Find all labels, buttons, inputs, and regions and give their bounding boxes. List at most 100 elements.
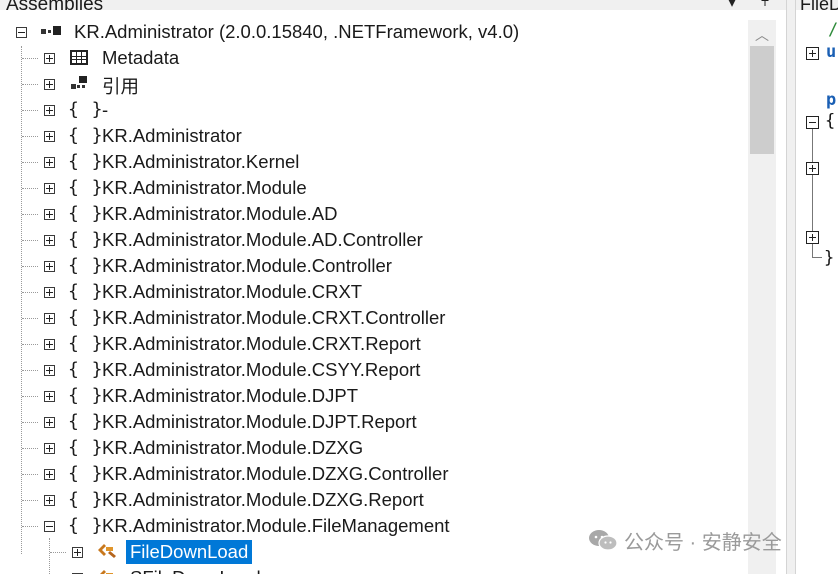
tree-item-label: KR.Administrator.Module.AD: [102, 203, 338, 224]
expand-toggle-icon[interactable]: [44, 339, 55, 350]
namespace-icon: { }: [68, 99, 104, 120]
expand-toggle-icon[interactable]: [44, 391, 55, 402]
class-icon: [96, 567, 120, 574]
tree-item-label: 引用: [102, 76, 140, 97]
tree-row[interactable]: { } KR.Administrator.Module: [0, 176, 748, 202]
tree-connector: [22, 396, 38, 397]
expand-toggle-icon[interactable]: [44, 261, 55, 272]
expand-toggle-icon[interactable]: [44, 235, 55, 246]
tree-row[interactable]: Metadata: [0, 46, 748, 72]
expand-toggle-icon[interactable]: [44, 53, 55, 64]
tree-connector: [22, 422, 38, 423]
code-class-expander-1[interactable]: [806, 162, 819, 175]
expand-toggle-icon[interactable]: [44, 105, 55, 116]
namespace-icon: { }: [68, 489, 104, 510]
namespace-icon: { }: [68, 437, 104, 458]
expand-toggle-icon[interactable]: [44, 79, 55, 90]
code-using-keyword: u: [826, 42, 837, 62]
expand-toggle-icon[interactable]: [44, 443, 55, 454]
tree-connector: [22, 110, 38, 111]
scroll-up-icon[interactable]: ︿: [748, 26, 776, 44]
code-comment: /: [828, 20, 838, 40]
expand-toggle-icon[interactable]: [44, 157, 55, 168]
tree-connector: [22, 318, 38, 319]
tree-item-label: KR.Administrator.Module.CSYY.Report: [102, 359, 421, 380]
tree-row[interactable]: { } KR.Administrator.Kernel: [0, 150, 748, 176]
tree-item-label: KR.Administrator.Kernel: [102, 151, 300, 172]
tree-connector: [22, 500, 38, 501]
collapse-toggle-icon[interactable]: [44, 521, 55, 532]
tree-item-label: KR.Administrator.Module.DZXG.Report: [102, 489, 424, 510]
tree-connector: [22, 370, 38, 371]
panel-menu-button[interactable]: ▾: [728, 0, 736, 12]
tree-row[interactable]: { } KR.Administrator.Module.DJPT.Report: [0, 410, 748, 436]
tree-row[interactable]: { } KR.Administrator.Module.AD: [0, 202, 748, 228]
tree-row[interactable]: { } KR.Administrator.Module.AD.Controller: [0, 228, 748, 254]
assemblies-panel-title: Assemblies: [6, 0, 104, 15]
tree-item-label: KR.Administrator.Module.Controller: [102, 255, 392, 276]
namespace-icon: { }: [68, 281, 104, 302]
references-icon: [68, 73, 90, 98]
tree-item-label: -: [102, 99, 109, 120]
expand-toggle-icon[interactable]: [44, 287, 55, 298]
tree-root-row[interactable]: KR.Administrator (2.0.0.15840, .NETFrame…: [0, 20, 748, 46]
tree-vertical-scrollbar[interactable]: ︿: [748, 20, 776, 574]
tree-row[interactable]: { } -: [0, 98, 748, 124]
collapse-toggle-icon[interactable]: [16, 27, 27, 38]
tree-row[interactable]: { } KR.Administrator.Module.DZXG.Report: [0, 488, 748, 514]
tree-row[interactable]: 引用: [0, 72, 748, 98]
tree-row[interactable]: { } KR.Administrator.Module.CRXT.Report: [0, 332, 748, 358]
tree-connector: [22, 240, 38, 241]
panel-splitter[interactable]: [786, 0, 796, 574]
tree-item-label: KR.Administrator.Module.DJPT.Report: [102, 411, 417, 432]
tree-connector: [22, 292, 38, 293]
tree-connector: [22, 474, 38, 475]
namespace-icon: { }: [68, 385, 104, 406]
assembly-icon: [40, 21, 62, 46]
tree-row[interactable]: { } KR.Administrator.Module.CSYY.Report: [0, 358, 748, 384]
tree-row[interactable]: { } KR.Administrator: [0, 124, 748, 150]
code-fold-end: [812, 257, 822, 258]
code-using-expander[interactable]: [806, 47, 819, 60]
tree-item-label: KR.Administrator.Module.CRXT.Controller: [102, 307, 446, 328]
namespace-icon: { }: [68, 203, 104, 224]
class-icon: [96, 541, 120, 566]
tree-row[interactable]: { } KR.Administrator.Module.DZXG: [0, 436, 748, 462]
tree-connector: [22, 84, 38, 85]
code-panel-title: FileD: [800, 0, 838, 14]
expand-toggle-icon[interactable]: [44, 495, 55, 506]
code-class-expander-2[interactable]: [806, 231, 819, 244]
code-panel: FileD / u p { }: [796, 0, 838, 574]
expand-toggle-icon[interactable]: [44, 313, 55, 324]
tree-connector: [22, 136, 38, 137]
expand-toggle-icon[interactable]: [44, 365, 55, 376]
tree-item-label-selected: FileDownLoad: [126, 540, 253, 564]
scroll-thumb[interactable]: [750, 46, 774, 154]
expand-toggle-icon[interactable]: [72, 547, 83, 558]
tree-row[interactable]: { } KR.Administrator.Module.CRXT: [0, 280, 748, 306]
expand-toggle-icon[interactable]: [44, 183, 55, 194]
assemblies-panel: Assemblies ▾ KR.Administrator (2.0.0.158…: [0, 0, 786, 574]
code-namespace-expander[interactable]: [806, 116, 819, 129]
expand-toggle-icon[interactable]: [44, 417, 55, 428]
watermark-text: 公众号 · 安静安全: [624, 532, 782, 554]
metadata-icon: [68, 47, 90, 72]
expand-toggle-icon[interactable]: [44, 469, 55, 480]
tree-item-label: KR.Administrator.Module.AD.Controller: [102, 229, 423, 250]
namespace-icon: { }: [68, 151, 104, 172]
namespace-icon: { }: [68, 333, 104, 354]
tree-row[interactable]: { } KR.Administrator.Module.CRXT.Controll…: [0, 306, 748, 332]
expand-toggle-icon[interactable]: [44, 131, 55, 142]
pin-icon[interactable]: [758, 0, 772, 11]
assemblies-panel-header: [0, 0, 786, 10]
tree-row[interactable]: { } KR.Administrator.Module.DZXG.Controll…: [0, 462, 748, 488]
tree-connector: [22, 162, 38, 163]
tree-row[interactable]: { } KR.Administrator.Module.DJPT: [0, 384, 748, 410]
expand-toggle-icon[interactable]: [44, 209, 55, 220]
tree-row[interactable]: SFileDownLoad: [0, 566, 748, 574]
tree-row[interactable]: { } KR.Administrator.Module.Controller: [0, 254, 748, 280]
code-close-brace: }: [824, 248, 835, 268]
namespace-icon: { }: [68, 359, 104, 380]
tree-item-label: KR.Administrator: [102, 125, 242, 146]
code-open-brace: {: [825, 111, 836, 131]
